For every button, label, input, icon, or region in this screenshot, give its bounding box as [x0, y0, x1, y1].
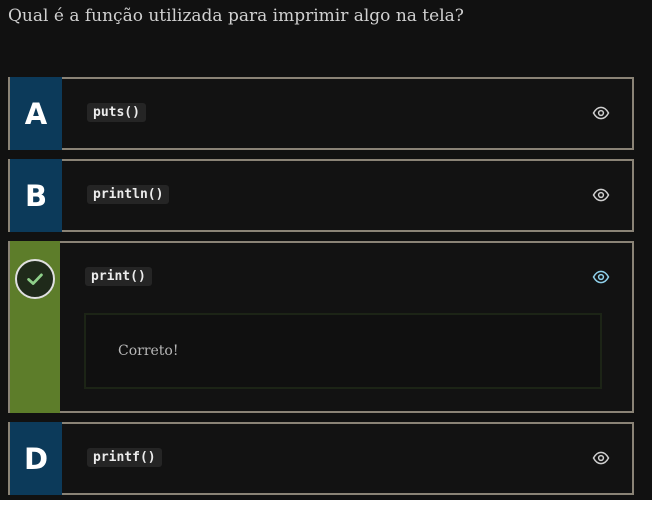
- feedback-text: Correto!: [118, 343, 179, 359]
- eye-icon[interactable]: [592, 186, 610, 204]
- option-content: puts(): [62, 79, 632, 148]
- option-letter: D: [8, 422, 62, 495]
- option-content: println(): [62, 161, 632, 230]
- answer-option-a[interactable]: A puts(): [8, 77, 634, 150]
- option-code: puts(): [87, 103, 146, 122]
- answer-option-d[interactable]: D printf(): [8, 422, 634, 495]
- option-content: printf(): [62, 424, 632, 493]
- checkmark-icon: [15, 259, 55, 299]
- option-code: printf(): [87, 448, 162, 467]
- eye-icon[interactable]: [592, 268, 610, 286]
- feedback-box: Correto!: [84, 313, 602, 389]
- answer-option-c[interactable]: print() Correto!: [8, 241, 634, 413]
- option-content: print() Correto!: [60, 243, 632, 411]
- option-code: print(): [85, 267, 152, 286]
- option-code: println(): [87, 185, 170, 204]
- correct-indicator: [8, 241, 60, 413]
- answer-option-b[interactable]: B println(): [8, 159, 634, 232]
- option-letter: A: [8, 77, 62, 150]
- eye-icon[interactable]: [592, 104, 610, 122]
- option-letter: B: [8, 159, 62, 232]
- page-bottom-edge: [0, 500, 652, 512]
- question-text: Qual é a função utilizada para imprimir …: [8, 6, 464, 26]
- eye-icon[interactable]: [592, 449, 610, 467]
